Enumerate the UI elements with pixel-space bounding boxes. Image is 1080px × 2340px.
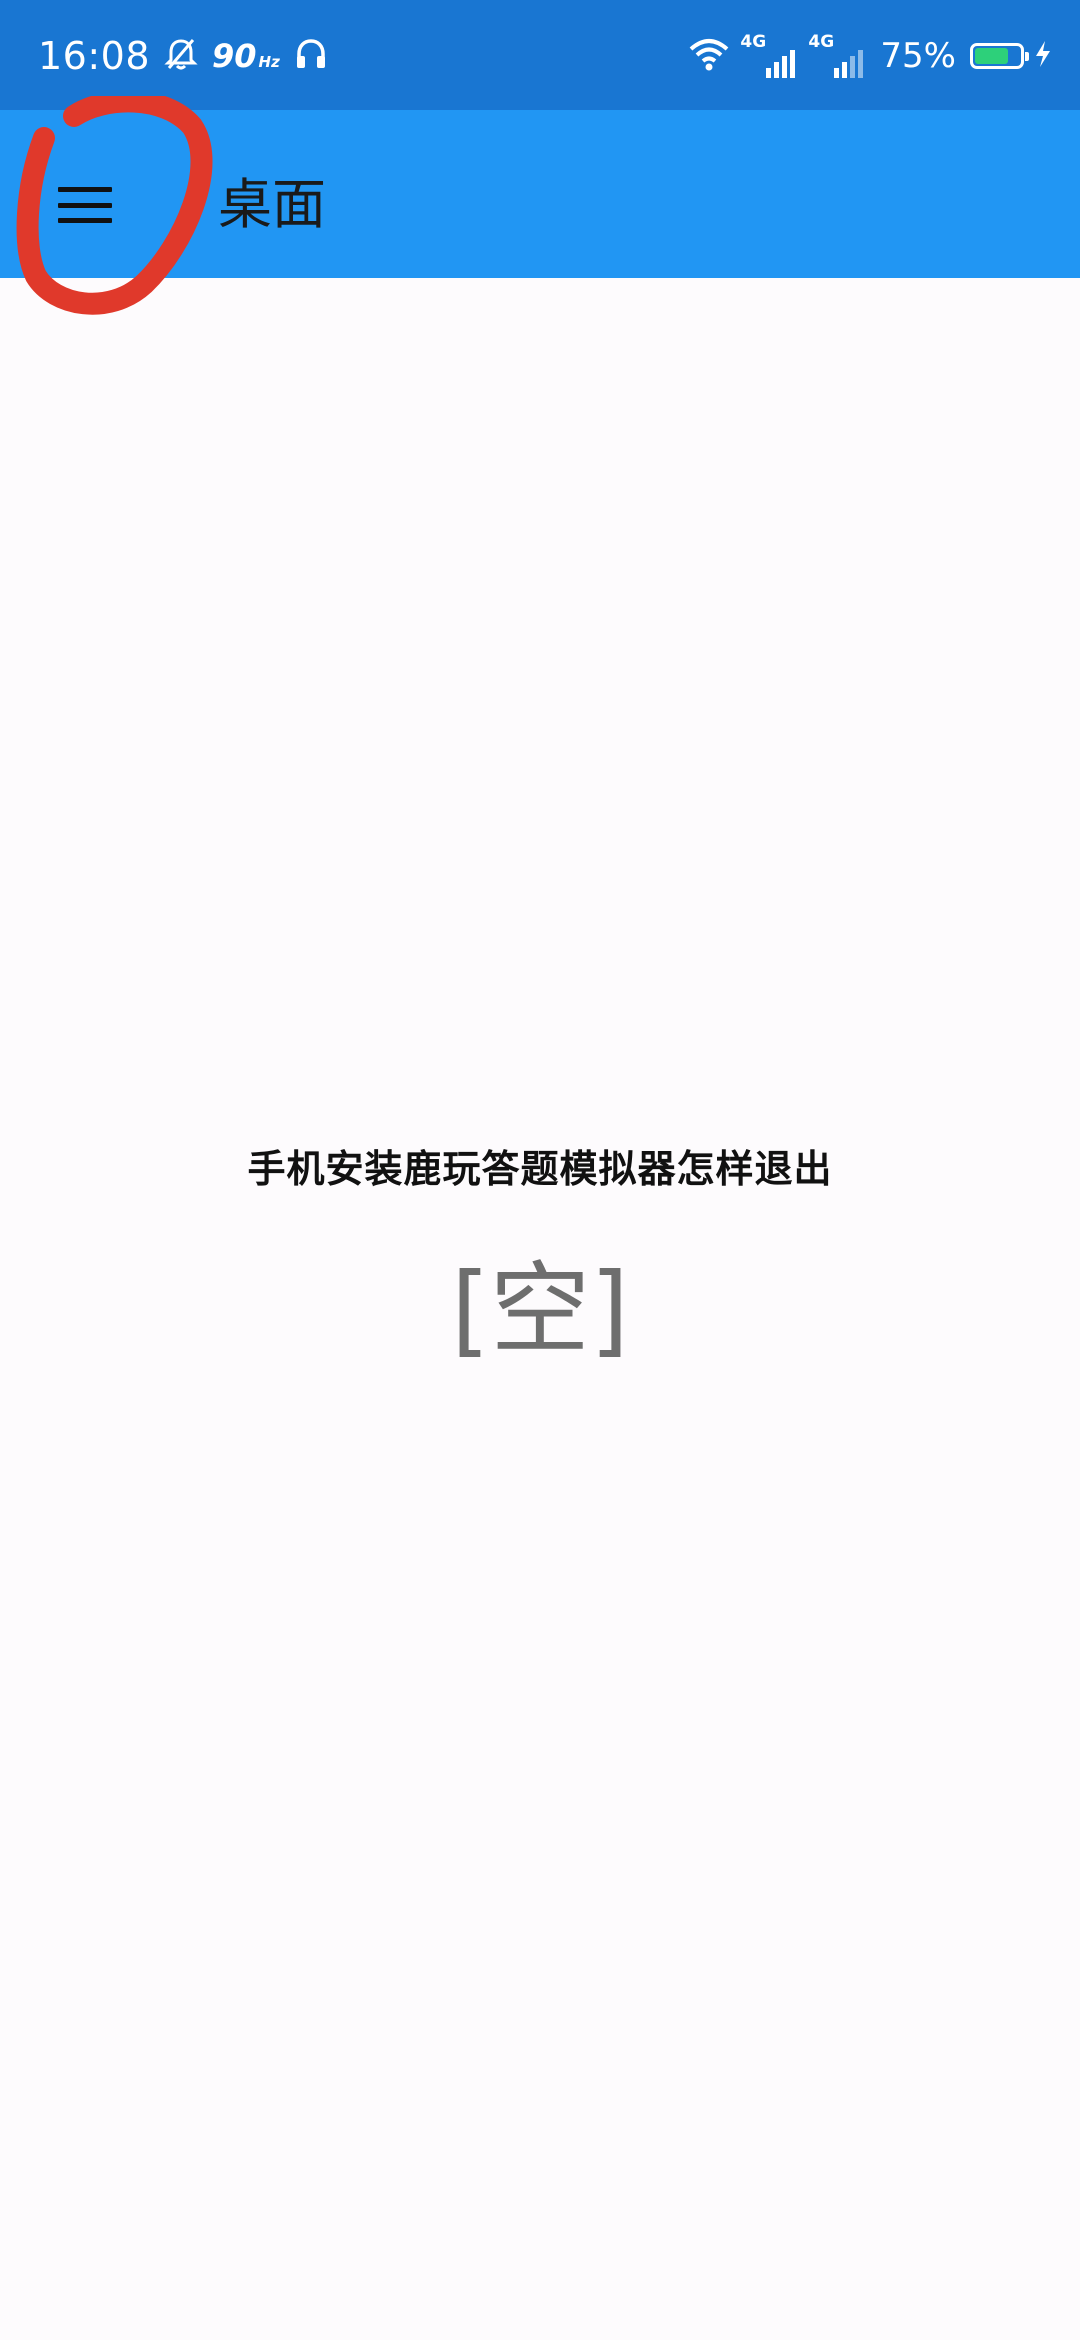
refresh-rate-unit: Hz [258,53,280,71]
charging-bolt-icon [1034,40,1052,72]
page-title: 桌面 [218,173,326,236]
wifi-icon [688,37,730,75]
status-bar: 16:08 90 Hz 4G 4G 75% [0,0,1080,110]
headline: 手机安装鹿玩答题模拟器怎样退出 [247,1147,833,1191]
battery-icon [970,43,1029,69]
alarm-off-icon [164,37,198,75]
battery-percent: 75% [880,36,956,76]
empty-state-text: [空] [450,1251,630,1368]
menu-button[interactable] [30,150,140,260]
headphones-icon [294,37,328,75]
signal-icon: 4G [740,32,798,78]
status-right: 4G 4G 75% [688,26,1052,86]
status-time: 16:08 [38,34,151,78]
main-content: 手机安装鹿玩答题模拟器怎样退出 [空] [0,278,1080,2340]
app-bar: 桌面 [0,110,1080,278]
refresh-rate-value: 90 [212,37,257,75]
battery-fill [975,48,1008,64]
status-left: 16:08 90 Hz [38,26,328,86]
hamburger-menu-icon[interactable] [58,187,112,223]
refresh-rate: 90 Hz [212,37,280,75]
signal2-label: 4G [808,32,835,52]
signal-icon: 4G [808,32,866,78]
signal1-label: 4G [740,32,767,52]
